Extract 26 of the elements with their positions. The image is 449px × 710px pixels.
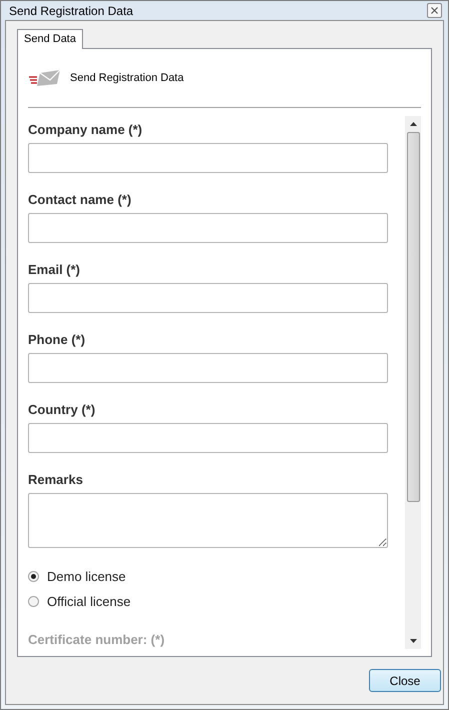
field-label: Remarks xyxy=(28,472,83,487)
field-label: Email (*) xyxy=(28,262,80,277)
input-field[interactable] xyxy=(28,283,388,313)
close-icon[interactable] xyxy=(427,3,442,18)
tab[interactable]: Send Data xyxy=(17,29,83,49)
radio-label: Official license xyxy=(47,594,131,609)
input-field[interactable] xyxy=(28,353,388,383)
field-label: Contact name (*) xyxy=(28,192,132,207)
input-field[interactable] xyxy=(28,423,388,453)
radio-button[interactable] xyxy=(28,596,39,607)
radio-button[interactable] xyxy=(28,571,39,582)
field-label: Certificate number: (*) xyxy=(28,632,165,647)
field-label: Company name (*) xyxy=(28,122,142,137)
input-field[interactable] xyxy=(28,493,388,548)
input-field[interactable] xyxy=(28,213,388,243)
input-field[interactable] xyxy=(28,143,388,173)
header-title: Send Registration Data xyxy=(70,72,184,84)
radio-label: Demo license xyxy=(47,569,126,584)
field-label: Phone (*) xyxy=(28,332,86,347)
scrollbar[interactable] xyxy=(405,116,421,649)
envelope-icon xyxy=(28,68,62,88)
field-label: Country (*) xyxy=(28,402,96,417)
close-button[interactable]: Close xyxy=(369,669,441,692)
window-title: Send Registration Data xyxy=(9,4,134,18)
scroll-down-icon[interactable] xyxy=(410,639,416,643)
scroll-up-icon[interactable] xyxy=(410,122,416,126)
